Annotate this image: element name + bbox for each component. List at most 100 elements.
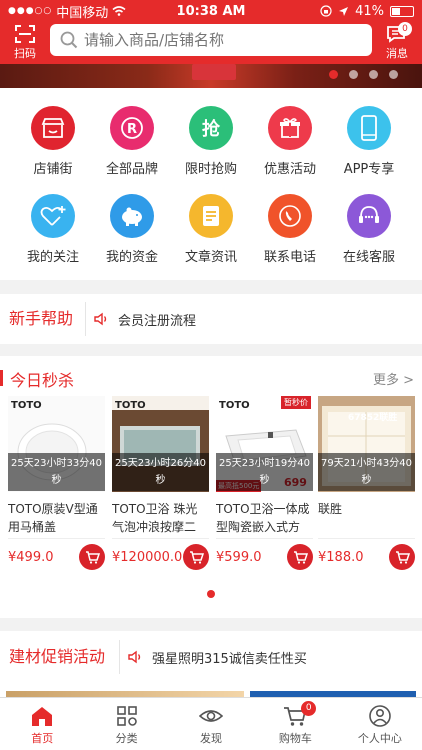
product-price: ¥120000.0	[112, 550, 183, 565]
menu-item[interactable]: 文章资讯	[171, 194, 251, 265]
countdown-timer: 25天23小时33分40秒	[8, 453, 105, 491]
menu-item[interactable]: 我的资金	[92, 194, 172, 265]
add-to-cart-button[interactable]	[183, 544, 209, 570]
flash-sale-icon: 抢	[189, 106, 233, 150]
product-name[interactable]: TOTO卫浴一体成型陶瓷嵌入式方	[216, 500, 313, 536]
heart-plus-icon	[31, 194, 75, 238]
tab-eye[interactable]: 发现	[169, 698, 253, 750]
countdown-timer: 25天23小时26分40秒	[112, 453, 209, 491]
promo-notice-text: 强星照明315诚信卖任性买	[152, 651, 307, 667]
product-name[interactable]: 联胜	[318, 500, 415, 536]
add-to-cart-button[interactable]	[287, 544, 313, 570]
banner-dot[interactable]	[389, 70, 398, 79]
seckill-header: 今日秒杀 更多 >	[0, 366, 422, 390]
product-name[interactable]: TOTO卫浴 珠光气泡冲浪按摩二	[112, 500, 209, 536]
product-image[interactable]: TOTO暂秒价最高抵500元69925天23小时19分40秒	[216, 396, 313, 492]
product-image[interactable]: TOTO 25天23小时33分40秒	[8, 396, 105, 492]
message-button[interactable]: 0 消息	[380, 22, 414, 62]
category-icon	[84, 705, 168, 727]
seckill-price-tag: 暂秒价	[281, 396, 311, 409]
promo-bar: 建材促销活动 强星照明315诚信卖任性买	[0, 631, 422, 683]
article-icon	[189, 194, 233, 238]
cart-icon	[293, 550, 308, 564]
phone-icon	[347, 106, 391, 150]
tab-user[interactable]: 个人中心	[338, 698, 422, 750]
menu-item-label: 我的关注	[26, 250, 79, 265]
product-price: ¥188.0	[318, 550, 364, 565]
search-input[interactable]	[84, 31, 344, 49]
signal-icon: ●●●○○	[8, 6, 53, 16]
banner-dot[interactable]	[349, 70, 358, 79]
product-name[interactable]: TOTO原装V型通用马桶盖	[8, 500, 105, 536]
help-title[interactable]: 新手帮助	[0, 302, 86, 336]
search-icon	[60, 31, 78, 49]
brand-r-icon: R	[110, 106, 154, 150]
product-card[interactable]: 67852联胜 79天21小时43分40秒联胜 ¥188.0	[318, 396, 415, 586]
wifi-icon	[112, 6, 126, 16]
home-icon	[0, 705, 84, 727]
menu-item[interactable]: 抢限时抢购	[171, 106, 251, 177]
message-label: 消息	[386, 47, 408, 60]
product-price: ¥599.0	[216, 550, 262, 565]
menu-item-label: 联系电话	[263, 250, 316, 265]
promo-notice[interactable]: 强星照明315诚信卖任性买	[120, 648, 307, 667]
add-to-cart-button[interactable]	[389, 544, 415, 570]
menu-item[interactable]: R 全部品牌	[92, 106, 172, 177]
scan-button[interactable]: 扫码	[8, 22, 42, 62]
promo-banner-strip[interactable]	[0, 683, 422, 697]
svg-text:R: R	[127, 122, 137, 137]
phone-call-icon	[268, 194, 312, 238]
product-card[interactable]: TOTO暂秒价最高抵500元69925天23小时19分40秒 TOTO卫浴一体成型…	[216, 396, 313, 586]
message-badge: 0	[398, 22, 412, 36]
banner-carousel[interactable]	[0, 64, 422, 88]
search-box[interactable]	[50, 24, 372, 56]
banner-dot[interactable]	[329, 70, 338, 79]
countdown-timer: 79天21小时43分40秒	[318, 453, 415, 491]
banner-pagination	[329, 70, 398, 79]
menu-item[interactable]: 店铺街	[13, 106, 93, 177]
orientation-lock-icon	[320, 5, 332, 17]
product-image[interactable]: 67852联胜 79天21小时43分40秒	[318, 396, 415, 492]
tab-bar: 首页 分类 发现 购物车 0 个人中心	[0, 697, 422, 750]
seckill-more-link[interactable]: 更多 >	[373, 369, 414, 388]
battery-icon	[390, 5, 414, 17]
product-brand-logo: TOTO	[115, 400, 146, 411]
tab-label: 分类	[115, 732, 138, 745]
tab-category[interactable]: 分类	[84, 698, 168, 750]
tab-home[interactable]: 首页	[0, 698, 84, 750]
tab-label: 购物车	[278, 732, 312, 745]
location-icon	[339, 6, 349, 16]
customer-service-icon	[347, 194, 391, 238]
cart-icon	[395, 550, 410, 564]
menu-item[interactable]: 优惠活动	[250, 106, 330, 177]
add-to-cart-button[interactable]	[79, 544, 105, 570]
quick-menu: 店铺街 R 全部品牌抢限时抢购 优惠活动 APP专享我的关注 我的资金 文章资讯 联系电话 在线…	[0, 88, 422, 280]
status-time: 10:38 AM	[176, 3, 246, 19]
menu-item-label: 店铺街	[33, 162, 73, 177]
menu-item[interactable]: 联系电话	[250, 194, 330, 265]
speaker-icon	[128, 650, 141, 664]
cart-icon	[189, 550, 204, 564]
menu-item[interactable]: 我的关注	[13, 194, 93, 265]
menu-item[interactable]: APP专享	[329, 106, 409, 177]
cart-icon	[85, 550, 100, 564]
banner-dot[interactable]	[369, 70, 378, 79]
product-card[interactable]: TOTO 25天23小时26分40秒 TOTO卫浴 珠光气泡冲浪按摩二 ¥120000…	[112, 396, 209, 586]
divider	[112, 538, 209, 539]
help-bar: 新手帮助 会员注册流程	[0, 294, 422, 344]
divider	[318, 538, 415, 539]
seckill-page-dot[interactable]	[207, 590, 215, 598]
tab-cart[interactable]: 购物车 0	[253, 698, 337, 750]
product-image[interactable]: TOTO 25天23小时26分40秒	[112, 396, 209, 492]
status-bar: ●●●○○ 中国移动 10:38 AM 41%	[0, 0, 422, 22]
tab-label: 个人中心	[357, 732, 402, 745]
cart-icon	[253, 705, 337, 727]
product-brand-logo: TOTO	[11, 400, 42, 411]
banner-product-image	[192, 64, 236, 80]
menu-item[interactable]: 在线客服	[329, 194, 409, 265]
divider	[216, 538, 313, 539]
product-card[interactable]: TOTO 25天23小时33分40秒 TOTO原装V型通用马桶盖 ¥499.0	[8, 396, 105, 586]
tab-label: 首页	[31, 732, 54, 745]
help-notice[interactable]: 会员注册流程	[86, 310, 196, 329]
promo-title[interactable]: 建材促销活动	[0, 640, 120, 674]
